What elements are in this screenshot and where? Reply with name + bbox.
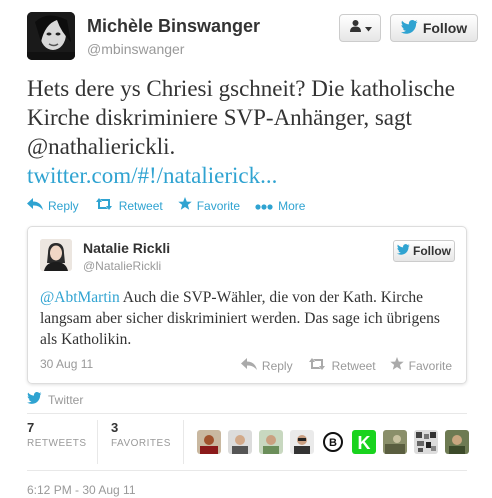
tweet-link[interactable]: twitter.com/#!/natalierick... [27,163,277,188]
user-avatar[interactable]: B [321,430,345,454]
user-avatar[interactable] [414,430,438,454]
user-actions-button[interactable] [339,14,381,42]
retweets-count: 7 [27,420,35,435]
favorites-stat[interactable]: 3 FAVORITES [111,420,171,464]
more-button[interactable]: More [255,197,305,214]
embedded-retweet-button[interactable]: Retweet [307,357,376,374]
favorite-label: Favorite [196,198,241,213]
more-dots-icon [255,199,273,213]
embedded-tweet-text: @AbtMartin Auch die SVP-Wähler, die von … [40,287,458,350]
svg-text:B: B [329,437,337,449]
divider [27,470,467,471]
embedded-author-name[interactable]: Natalie Rickli [83,240,170,256]
twitter-bird-icon [400,19,418,37]
embedded-avatar[interactable] [40,239,72,271]
embedded-date[interactable]: 30 Aug 11 [40,357,93,371]
embedded-reply-button[interactable]: Reply [240,357,293,374]
tweet-header: Michèle Binswanger @mbinswanger Follow [27,12,478,60]
author-handle[interactable]: @mbinswanger [87,41,184,57]
embedded-mention-link[interactable]: @AbtMartin [40,289,120,306]
more-label: More [278,198,306,213]
follow-button[interactable]: Follow [390,14,478,42]
user-avatar[interactable] [228,430,252,454]
user-avatar[interactable] [383,430,407,454]
stats-divider [183,420,184,464]
author-avatar[interactable] [27,12,75,60]
embedded-tweet[interactable]: Natalie Rickli @NatalieRickli Follow @Ab… [27,226,467,384]
favorites-count: 3 [111,420,119,435]
twitter-bird-icon [397,244,410,258]
embedded-author-handle[interactable]: @NatalieRickli [83,259,161,273]
star-icon [389,357,404,374]
twitter-bird-icon [27,392,42,407]
stats-divider [97,420,98,464]
tweet-actions: Reply Retweet Favorite More [27,197,305,214]
embedded-favorite-button[interactable]: Favorite [389,357,452,374]
retweets-label: RETWEETS [27,438,87,449]
divider [27,413,467,414]
favorites-label: FAVORITES [111,438,171,449]
star-icon [178,197,192,214]
retweet-icon [94,198,114,213]
retweet-button[interactable]: Retweet [94,197,163,214]
reply-icon [240,358,257,373]
embedded-retweet-label: Retweet [331,358,376,373]
svg-text:K: K [358,433,371,453]
reply-button[interactable]: Reply [27,197,79,214]
retweet-icon [307,358,327,373]
favorite-button[interactable]: Favorite [178,197,240,214]
embedded-reply-label: Reply [261,358,293,373]
user-avatar[interactable] [290,430,314,454]
user-avatar[interactable] [197,430,221,454]
retweets-stat[interactable]: 7 RETWEETS [27,420,87,464]
reply-label: Reply [48,198,79,213]
person-icon [349,19,362,37]
retweet-label: Retweet [118,198,163,213]
embedded-actions: Reply Retweet Favorite [240,357,452,374]
reply-icon [27,198,43,213]
user-avatar[interactable] [445,430,469,454]
user-avatar[interactable]: K [352,430,376,454]
tweet-stats: 7 RETWEETS 3 FAVORITES B K [27,420,469,464]
user-avatar[interactable] [259,430,283,454]
tweet-text: Hets dere ys Chriesi gschneit? Die katho… [27,74,467,190]
tweet-timestamp[interactable]: 6:12 PM - 30 Aug 11 [27,483,136,497]
embedded-follow-label: Follow [413,244,451,258]
follow-label: Follow [422,20,468,36]
via-source: Twitter [27,392,83,407]
author-name[interactable]: Michèle Binswanger [87,16,260,37]
via-label[interactable]: Twitter [48,393,83,407]
embedded-follow-button[interactable]: Follow [393,240,455,262]
retweeter-avatars: B K [197,430,469,454]
embedded-favorite-label: Favorite [408,358,452,373]
caret-down-icon [364,19,372,37]
tweet-body: Hets dere ys Chriesi gschneit? Die katho… [27,76,455,159]
